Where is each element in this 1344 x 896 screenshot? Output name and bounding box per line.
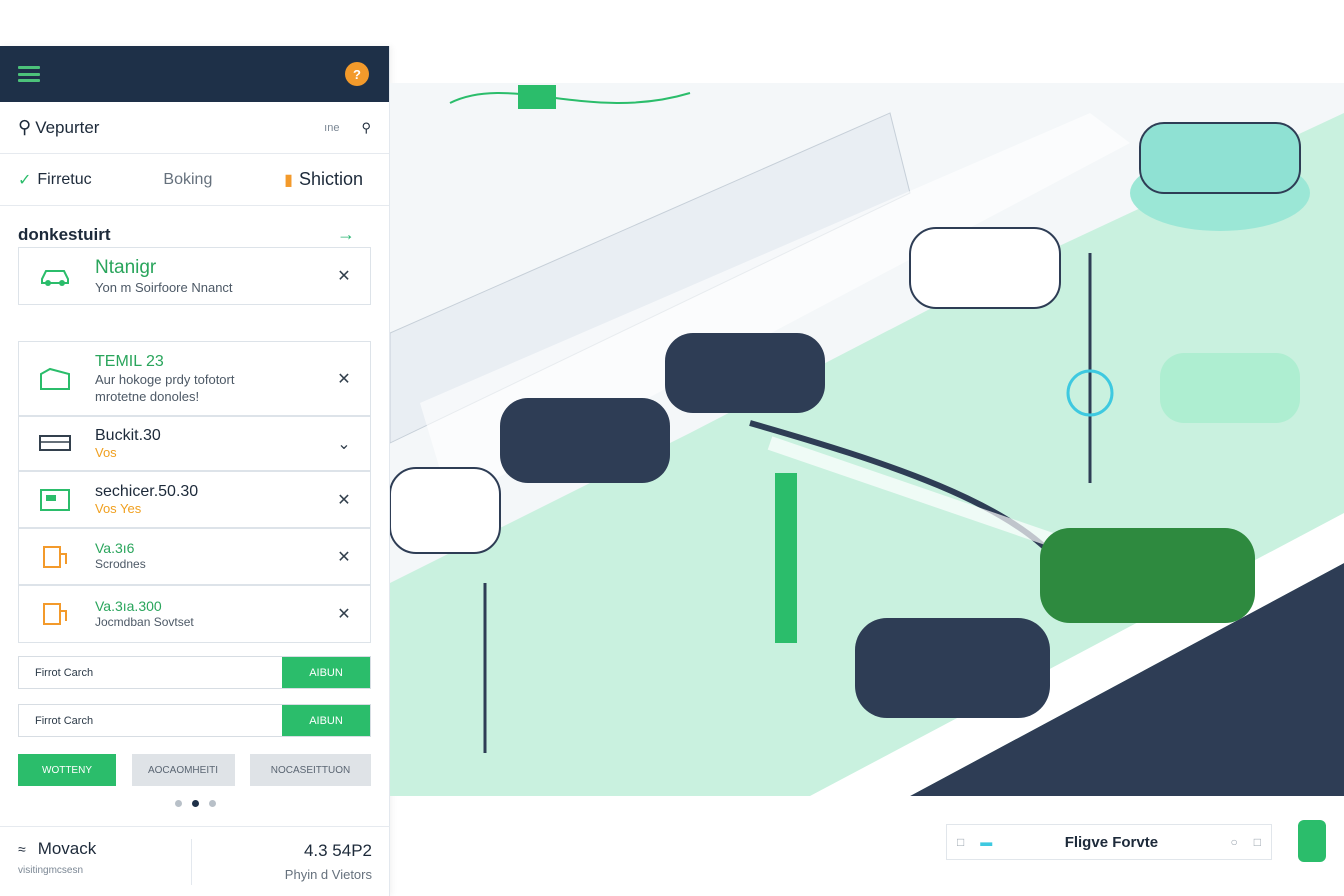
bus-icon [35,429,75,459]
charger-icon [35,542,75,572]
arrow-right-icon[interactable]: → [337,224,355,245]
charging-map-illustration [390,83,1344,796]
secondary-button[interactable]: NOCASEITTUON [250,754,371,786]
circle-icon[interactable]: ○ [1231,835,1238,849]
footer-number: 4.3 54P2 [303,841,372,860]
footer-left: ≈ Movack visitingmcsesn [18,838,192,885]
pagination-dots[interactable] [0,800,390,807]
car-illustration [1130,122,1310,231]
item-subtitle: Vos [95,445,117,460]
tab-bar: ✓ Firretuc Boking ▮ Shiction [0,154,389,206]
primary-button[interactable]: WOTTENY [18,754,116,786]
map-svg [390,83,1344,796]
item-title: Va.3ı6 [95,540,135,556]
footer: ≈ Movack visitingmcsesn 4.3 54P2 Phyin d… [0,826,390,896]
item-subtitle: Vos Yes [95,501,142,516]
car-illustration [855,618,1050,718]
tag-icon [35,364,75,394]
list-item[interactable]: Buckit.30 Vos ⌄ [18,416,371,471]
charge-input-row: Firrot Carch AIBUN [18,656,371,689]
search-button-icon[interactable]: ⚲ [361,120,371,136]
car-illustration [1040,528,1255,623]
close-icon[interactable]: ✕ [334,604,354,624]
item-subtitle: Jocmdban Sovtset [95,614,194,629]
chevron-down-icon[interactable]: ⌄ [334,434,354,454]
card-icon[interactable]: ▬ [980,835,992,849]
close-icon[interactable]: ✕ [334,490,354,510]
footer-caption: visitingmcsesn [18,864,84,876]
charge-input-row: Firrot Carch AIBUN [18,704,371,737]
item-title: TEMIL 23 [95,352,164,370]
wifi-icon: ≈ [18,840,26,857]
list-item[interactable]: TEMIL 23 Aur hokoge prdy tofotort mrotet… [18,341,371,416]
search-title: Vepurter [35,117,100,137]
bottom-toolbar: □ ▬ Fligve Forvte ○ □ [946,824,1272,860]
tab-label: Boking [163,170,213,188]
submit-button[interactable]: AIBUN [282,657,370,688]
footer-name: Movack [37,838,97,858]
search-hint: ıne [324,121,340,134]
footer-right: 4.3 54P2 Phyin d Vietors [192,841,372,882]
expand-icon[interactable]: □ [1254,835,1261,849]
item-title: Buckit.30 [95,427,161,444]
list-item[interactable]: Va.3ı6 Scrodnes ✕ [18,528,371,585]
section-title: donkestuirt [18,224,111,244]
item-subtitle: Yon m Soirfoore Nnanct [95,279,233,295]
section-header: donkestuirt → [0,206,389,245]
car-illustration [500,398,670,483]
charge-input[interactable]: Firrot Carch [19,705,282,736]
check-icon: ✓ [18,171,32,189]
submit-button[interactable]: AIBUN [282,705,370,736]
action-buttons: WOTTENY AOCAOMHEITI NOCASEITTUON [18,754,371,786]
side-panel: ? ⚲ Vepurter ıne ⚲ ✓ Firretuc Boking ▮ S… [0,46,390,896]
car-icon [35,261,75,291]
toolbar-label: Fligve Forvte [1064,833,1159,851]
charger-icon [35,599,75,629]
list-item[interactable]: Va.3ıa.300 Jocmdban Sovtset ✕ [18,585,371,643]
car-illustration [909,227,1061,309]
top-bar: ? [0,46,389,102]
close-icon[interactable]: ✕ [334,547,354,567]
car-illustration [1160,353,1300,423]
tab-label: Firretuc [37,170,92,188]
list-item[interactable]: sechicer.50.30 Vos Yes ✕ [18,471,371,528]
close-icon[interactable]: ✕ [334,369,354,389]
item-title: sechicer.50.30 [95,483,199,500]
item-subtitle: Scrodnes [95,557,146,571]
charger-icon: ▮ [284,171,293,189]
footer-number-caption: Phyin d Vietors [284,867,372,882]
tab-shiction[interactable]: ▮ Shiction [284,169,363,190]
tab-label: Shiction [298,169,363,189]
menu-icon[interactable] [18,66,40,82]
item-title: Va.3ıa.300 [95,597,162,614]
charger-logo-icon [1298,820,1326,862]
search-bar[interactable]: ⚲ Vepurter ıne ⚲ [0,102,389,154]
close-icon[interactable]: ✕ [334,266,354,286]
secondary-button[interactable]: AOCAOMHEITI [131,754,235,786]
info-icon[interactable]: □ [957,835,964,849]
list-item[interactable]: Ntanigr Yon m Soirfoore Nnanct ✕ [18,247,371,305]
search-icon: ⚲ [18,117,32,137]
item-subtitle-2: mrotetne donoles! [95,388,200,404]
car-illustration [390,467,501,554]
tab-firretuc[interactable]: ✓ Firretuc [18,170,92,190]
item-subtitle: Aur hokoge prdy tofotort [95,371,235,387]
car-illustration [665,333,825,413]
item-title: Ntanigr [95,256,157,278]
user-avatar-icon[interactable]: ? [345,62,369,86]
tab-boking[interactable]: Boking [163,171,212,189]
charge-input[interactable]: Firrot Carch [19,657,282,688]
station-icon [35,485,75,515]
